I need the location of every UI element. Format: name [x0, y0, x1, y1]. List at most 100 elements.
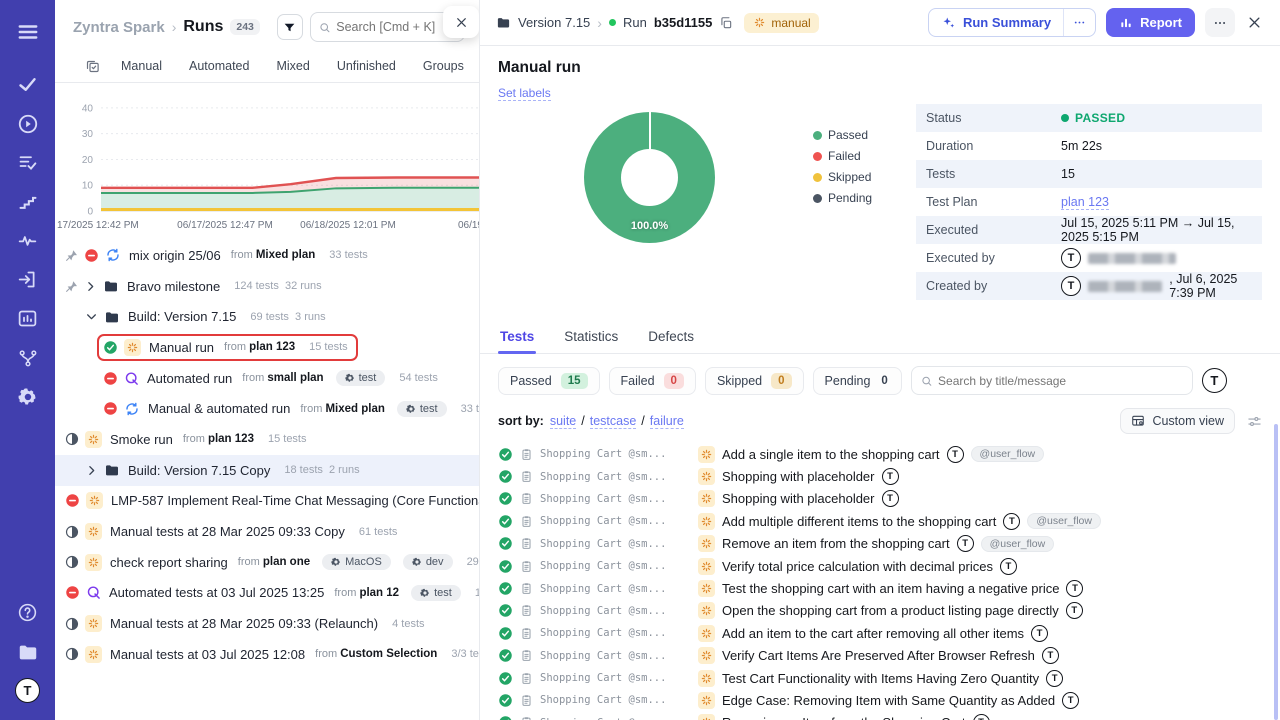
projects-icon[interactable] — [0, 632, 55, 671]
analytics-icon[interactable] — [0, 299, 55, 338]
steps-icon[interactable] — [0, 182, 55, 221]
tests-search-input[interactable] — [938, 374, 1183, 388]
run-title: Smoke run — [110, 432, 173, 447]
test-row[interactable]: Shopping Cart @sm...Add multiple differe… — [498, 510, 1262, 532]
run-row[interactable]: Manual tests at 28 Mar 2025 09:33 Copy61… — [55, 516, 479, 547]
set-labels-link[interactable]: Set labels — [498, 86, 551, 101]
run-title: Manual run — [149, 340, 214, 355]
partial-icon — [65, 617, 79, 631]
run-title: Build: Version 7.15 — [128, 309, 236, 324]
run-row[interactable]: check report sharingfrom plan oneMacOSde… — [55, 547, 479, 578]
runs-search[interactable] — [310, 12, 465, 42]
runs-tab-manual[interactable]: Manual — [121, 59, 162, 73]
branch-icon[interactable] — [0, 338, 55, 377]
runs-search-input[interactable] — [336, 20, 456, 34]
more-actions-button[interactable] — [1205, 8, 1235, 37]
sort-link-testcase[interactable]: testcase — [590, 414, 637, 429]
test-plans-icon[interactable] — [0, 143, 55, 182]
test-row[interactable]: Shopping Cart @sm...Shopping with placeh… — [498, 465, 1262, 487]
test-row[interactable]: Shopping Cart @sm...Add an item to the c… — [498, 622, 1262, 644]
test-row[interactable]: Shopping Cart @sm...Test the shopping ca… — [498, 577, 1262, 599]
close-panel-button[interactable] — [443, 6, 479, 38]
test-title: Remove an item from the shopping cart — [722, 536, 950, 551]
run-row[interactable]: Smoke runfrom plan 12315 tests — [55, 424, 479, 455]
run-from-plan: from small plan — [242, 372, 323, 384]
run-title: Manual run — [498, 59, 1262, 77]
close-detail-button[interactable] — [1245, 15, 1264, 30]
test-row[interactable]: Shopping Cart @sm...Test Cart Functional… — [498, 667, 1262, 689]
run-row[interactable]: mix origin 25/06from Mixed plan33 tests — [55, 240, 479, 271]
tests-search[interactable] — [911, 366, 1193, 395]
sparkle-icon — [941, 15, 956, 30]
run-folder-row[interactable]: Bravo milestone124 tests 32 runs — [55, 271, 479, 302]
filter-chip-skipped[interactable]: Skipped0 — [705, 367, 804, 395]
tests-scrollbar[interactable] — [1274, 424, 1278, 720]
tab-tests[interactable]: Tests — [498, 323, 536, 353]
testcase-icon — [520, 672, 533, 685]
run-row[interactable]: LMP-587 Implement Real-Time Chat Messagi… — [55, 486, 479, 517]
filter-button[interactable] — [277, 14, 303, 40]
runs-icon[interactable] — [0, 104, 55, 143]
filter-chip-passed[interactable]: Passed15 — [498, 367, 600, 395]
assignee-avatar[interactable]: T — [1202, 368, 1227, 393]
view-settings-icon[interactable] — [1247, 414, 1262, 429]
test-row[interactable]: Shopping Cart @sm...Remove an item from … — [498, 533, 1262, 555]
test-row[interactable]: Shopping Cart @sm...Verify total price c… — [498, 555, 1262, 577]
select-runs-icon[interactable] — [85, 59, 100, 74]
legend-label: Passed — [828, 128, 868, 142]
test-row[interactable]: Shopping Cart @sm...Add a single item to… — [498, 443, 1262, 465]
test-row[interactable]: Shopping Cart @sm...Open the shopping ca… — [498, 600, 1262, 622]
runs-tab-mixed[interactable]: Mixed — [276, 59, 309, 73]
copy-icon — [719, 16, 733, 30]
copy-run-id-button[interactable] — [719, 16, 733, 30]
test-row[interactable]: Shopping Cart @sm...Shopping with placeh… — [498, 488, 1262, 510]
sort-link-failure[interactable]: failure — [650, 414, 684, 429]
filter-chip-pending[interactable]: Pending0 — [813, 367, 902, 395]
tasks-icon[interactable] — [0, 65, 55, 104]
runs-tab-automated[interactable]: Automated — [189, 59, 249, 73]
settings-icon[interactable] — [0, 377, 55, 416]
tab-defects[interactable]: Defects — [646, 323, 696, 353]
manual-run-icon — [85, 615, 102, 632]
breadcrumb-project[interactable]: Zyntra Spark — [73, 19, 165, 36]
manual-run-icon — [86, 492, 103, 509]
test-row[interactable]: Shopping Cart @sm...Edge Case: Removing … — [498, 689, 1262, 711]
test-plan-link[interactable]: plan 123 — [1061, 195, 1109, 210]
filter-chip-failed[interactable]: Failed0 — [609, 367, 696, 395]
run-row[interactable]: Automated tests at 03 Jul 2025 13:25from… — [55, 578, 479, 609]
run-row[interactable]: Manual tests at 28 Mar 2025 09:33 (Relau… — [55, 608, 479, 639]
user-avatar[interactable]: T — [0, 671, 55, 710]
test-row[interactable]: Shopping Cart @sm...Verify Cart Items Ar… — [498, 645, 1262, 667]
custom-view-button[interactable]: Custom view — [1120, 408, 1235, 434]
test-assignee-avatar: T — [1031, 625, 1048, 642]
runs-tab-groups[interactable]: Groups — [423, 59, 464, 73]
gear-icon — [406, 404, 416, 414]
info-label: Created by — [926, 279, 1061, 293]
run-status-dot — [609, 19, 616, 26]
run-summary-more-button[interactable] — [1063, 9, 1095, 36]
run-folder-row[interactable]: Build: Version 7.15 Copy18 tests 2 runs — [55, 455, 479, 486]
menu-icon[interactable] — [0, 12, 55, 51]
pulse-icon[interactable] — [0, 221, 55, 260]
run-info-table: StatusPASSEDDuration5m 22sTests15Test Pl… — [916, 104, 1262, 300]
run-row[interactable]: Manual tests at 03 Jul 2025 12:08from Cu… — [55, 639, 479, 670]
app-sidebar: T — [0, 0, 55, 720]
help-icon[interactable] — [0, 593, 55, 632]
run-row[interactable]: Manual runfrom plan 12315 tests — [55, 332, 479, 363]
test-row[interactable]: Shopping Cart @sm...Removing an Item fro… — [498, 712, 1262, 720]
runs-tab-unfinished[interactable]: Unfinished — [337, 59, 396, 73]
run-row[interactable]: Automated runfrom small plantest54 tests — [55, 363, 479, 394]
run-row[interactable]: Manual & automated runfrom Mixed plantes… — [55, 393, 479, 424]
run-title: Manual tests at 28 Mar 2025 09:33 (Relau… — [110, 616, 378, 631]
test-assignee-avatar: T — [1046, 670, 1063, 687]
import-icon[interactable] — [0, 260, 55, 299]
partial-icon — [65, 525, 79, 539]
run-summary-button[interactable]: Run Summary — [929, 9, 1063, 36]
run-row-content: Manual runfrom plan 12315 tests — [97, 334, 358, 361]
run-folder-row[interactable]: Build: Version 7.1569 tests 3 runs — [55, 301, 479, 332]
breadcrumb-folder[interactable]: Version 7.15 — [518, 15, 590, 30]
run-row-content: Bravo milestone124 tests 32 runs — [59, 273, 332, 299]
sort-link-suite[interactable]: suite — [550, 414, 576, 429]
tab-statistics[interactable]: Statistics — [562, 323, 620, 353]
report-button[interactable]: Report — [1106, 8, 1195, 37]
